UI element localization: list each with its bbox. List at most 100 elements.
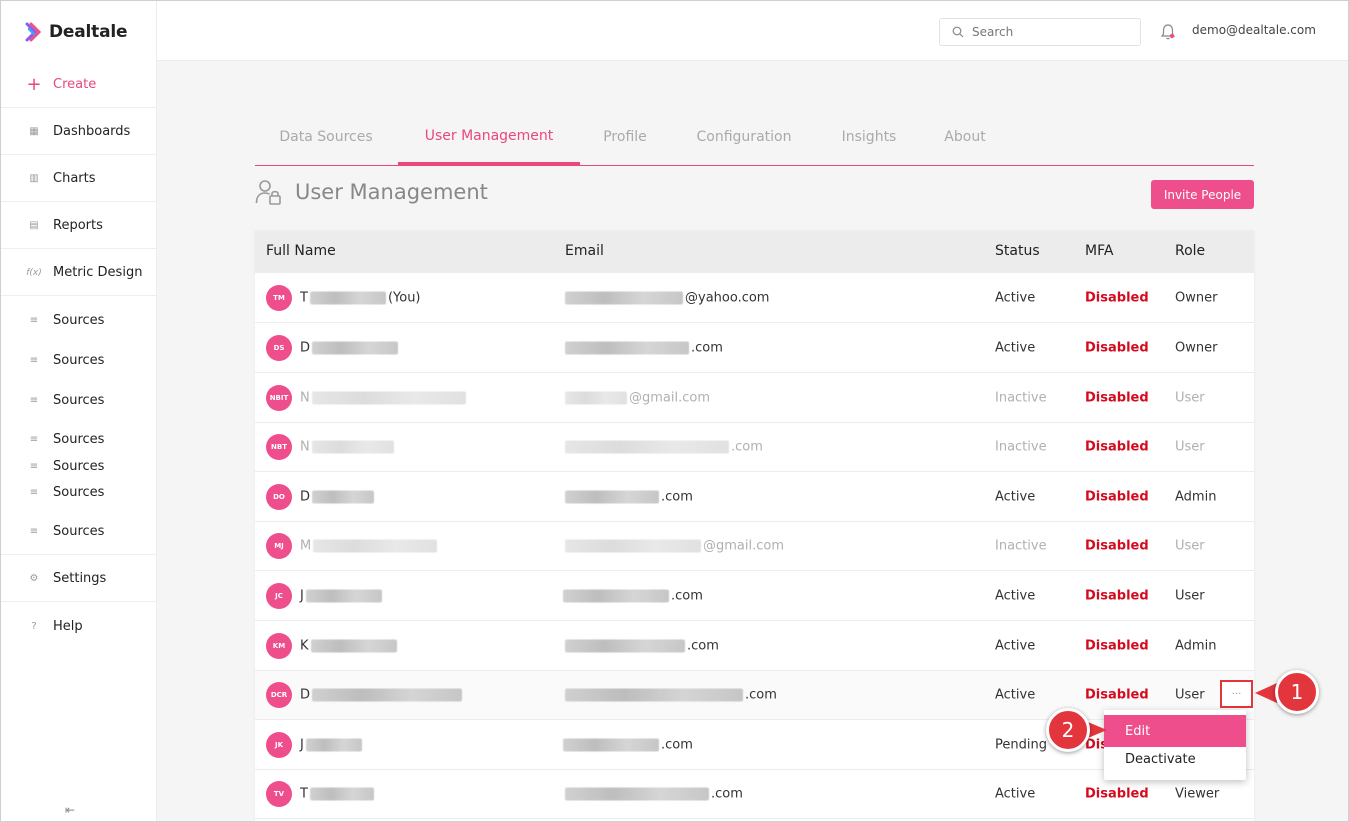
logo[interactable]: Dealtale [25,20,127,44]
sidebar-item-charts[interactable]: ▥ Charts [1,156,156,202]
role: Viewer [1175,786,1220,802]
table-row[interactable]: DS D .com Active Disabled Owner [255,323,1254,373]
user-lock-icon [255,180,281,205]
sidebar-item-label: Sources [53,524,105,539]
avatar: DCR [266,682,292,708]
avatar: TV [266,781,292,807]
column-header-full-name[interactable]: Full Name [266,243,336,259]
avatar: NBT [266,434,292,460]
sidebar-item-label: Sources [53,392,105,408]
create-button[interactable]: + Create [1,62,156,108]
column-header-mfa[interactable]: MFA [1085,243,1113,259]
role: User [1175,538,1205,554]
page-title: User Management [295,180,488,204]
email-domain: .com [691,340,723,355]
redacted-name [310,639,397,652]
database-icon: ≡ [29,460,39,472]
table-row[interactable]: TM T (You) @yahoo.com Active Disabled Own… [255,273,1254,323]
tab-about[interactable]: About [933,109,997,165]
role: User [1175,687,1205,703]
database-icon: ≡ [29,433,39,445]
sidebar-item-dashboards[interactable]: ▦ Dashboards [1,109,156,155]
full-name: N [300,390,468,405]
bell-icon[interactable] [1160,23,1176,41]
table-row[interactable]: NBIT N @gmail.com Inactive Disabled User [255,373,1254,423]
sidebar-item-sources[interactable]: ≡ Sources [1,377,156,423]
table-header: Full Name Email Status MFA Role [255,231,1254,273]
tab-profile[interactable]: Profile [587,109,663,165]
page-title-block: User Management [255,179,488,205]
role: Owner [1175,290,1218,305]
redacted-name [312,490,375,503]
status: Active [995,340,1036,355]
email: .com [565,489,693,504]
sidebar-item-sources[interactable]: ≡ Sources [1,479,156,505]
email-domain: .com [661,737,693,752]
sidebar-item-label: Sources [53,431,105,447]
sidebar-item-help[interactable]: ? Help [1,603,156,649]
callout-step-2: 2 [1046,708,1090,752]
email: @yahoo.com [565,290,769,305]
full-name: T (You) [300,290,421,305]
name-initial: D [300,340,311,355]
collapse-sidebar-icon[interactable]: ⇤ [65,803,81,819]
status: Active [995,786,1036,802]
avatar: KM [266,632,292,659]
email-domain: .com [711,786,743,802]
sidebar-item-reports[interactable]: ▤ Reports [1,203,156,249]
mfa-status: Disabled [1085,786,1149,802]
help-icon: ? [31,620,37,632]
role: Admin [1175,638,1217,653]
sidebar-item-settings[interactable]: ⚙ Settings [1,556,156,602]
mfa-status: Disabled [1085,687,1149,703]
column-header-status[interactable]: Status [995,243,1040,259]
email-domain: .com [671,588,703,603]
redacted-email [565,688,743,702]
column-header-role[interactable]: Role [1175,243,1205,259]
search-box[interactable] [939,18,1141,46]
sidebar-item-label: Dashboards [53,124,131,139]
full-name: K [300,638,399,653]
mfa-status: Disabled [1085,390,1149,405]
status: Inactive [995,538,1047,554]
tab-insights[interactable]: Insights [829,109,909,165]
search-icon [952,26,964,38]
table-row[interactable]: MJ M @gmail.com Inactive Disabled User [255,522,1254,571]
tab-configuration[interactable]: Configuration [685,109,803,165]
sidebar-item-sources[interactable]: ≡ Sources [1,509,156,555]
redacted-email [565,787,709,801]
avatar: MJ [266,533,292,559]
tab-data-sources[interactable]: Data Sources [255,109,397,165]
row-more-actions-button[interactable]: ··· [1220,680,1253,708]
avatar: JK [266,731,292,758]
sidebar: Dealtale + Create ▦ Dashboards ▥ Charts … [1,1,157,821]
table-row[interactable]: KM K .com Active Disabled Admin [255,621,1254,671]
mfa-status: Disabled [1085,638,1149,653]
full-name: D [300,489,376,504]
status: Active [995,687,1036,703]
database-icon: ≡ [29,394,39,406]
email-domain: @gmail.com [703,538,785,554]
table-row[interactable]: NBT N .com Inactive Disabled User [255,423,1254,472]
avatar: NBIT [266,384,292,411]
search-input[interactable] [972,25,1122,39]
sidebar-item-label: Metric Design [53,265,143,280]
row-actions-menu: Edit Deactivate [1104,710,1246,780]
table-row[interactable]: JC J .com Active Disabled User [255,571,1254,621]
avatar: DO [266,483,292,510]
sidebar-item-sources[interactable]: ≡ Sources [1,426,156,452]
status: Pending [995,737,1047,752]
column-header-email[interactable]: Email [565,243,604,259]
mfa-status: Disabled [1085,588,1149,603]
invite-people-button[interactable]: Invite People [1151,180,1254,209]
user-email[interactable]: demo@dealtale.com [1192,23,1316,37]
role: User [1175,439,1205,455]
database-icon: ≡ [29,354,39,366]
table-row[interactable]: DO D .com Active Disabled Admin [255,472,1254,522]
status: Active [995,489,1036,504]
menu-item-deactivate[interactable]: Deactivate [1104,743,1246,775]
sidebar-item-sources[interactable]: ≡ Sources [1,453,156,479]
tab-user-management[interactable]: User Management [398,109,580,165]
you-label: (You) [387,290,421,305]
sidebar-item-metric-design[interactable]: f(x) Metric Design [1,250,156,296]
